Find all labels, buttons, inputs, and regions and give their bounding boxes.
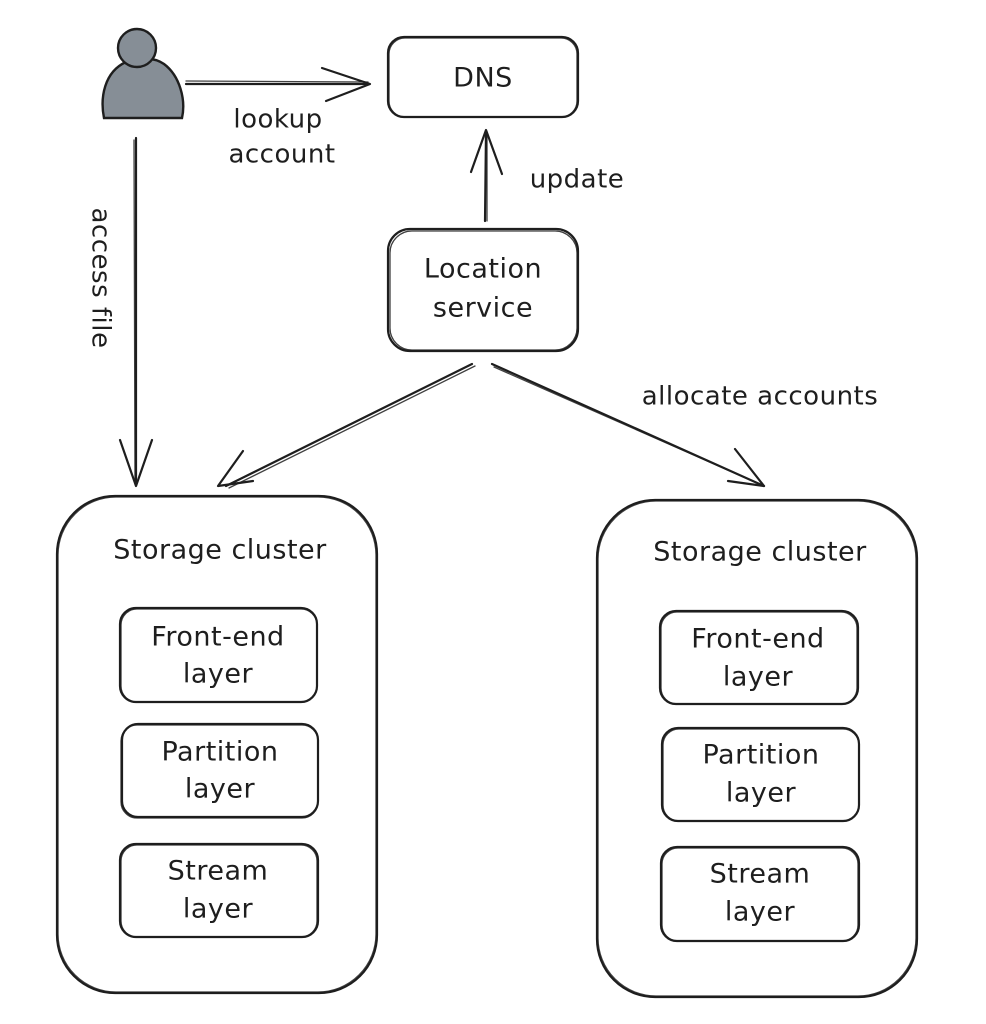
location-service-label-line2: service [433,293,533,324]
stream-layer[interactable]: Stream layer [659,845,861,943]
storage-cluster-left[interactable]: Storage cluster Front-end layer Partitio… [55,494,379,995]
allocate-arrow-left [216,362,476,489]
dns-label: DNS [453,63,513,94]
storage-cluster-title: Storage cluster [653,537,867,568]
layer-label-line1: Partition [161,737,278,768]
partition-layer[interactable]: Partition layer [120,722,320,819]
layer-label-line1: Partition [702,740,819,771]
layer-label-line1: Stream [710,859,811,890]
layer-label-line1: Front-end [691,624,824,655]
partition-layer[interactable]: Partition layer [660,726,861,823]
update-label: update [530,165,625,195]
layer-label-line2: layer [723,662,794,693]
lookup-label-line1: lookup [233,105,322,135]
layer-label-line1: Front-end [151,622,284,653]
layer-label-line2: layer [183,659,254,690]
stream-layer[interactable]: Stream layer [118,842,320,939]
front-end-layer[interactable]: Front-end layer [118,606,319,704]
layer-label-line2: layer [725,897,796,928]
layer-label-line2: layer [185,774,256,805]
dns-node[interactable]: DNS [386,35,580,119]
storage-cluster-right[interactable]: Storage cluster Front-end layer Partitio… [595,498,919,999]
location-service-label-line1: Location [424,254,542,285]
access-file-arrow [118,136,154,488]
layer-label-line1: Stream [168,856,269,887]
layer-label-line2: layer [183,894,254,925]
lookup-label-line2: account [228,140,335,170]
access-file-label: access file [86,208,116,349]
layer-label-line2: layer [726,778,797,809]
allocate-accounts-label: allocate accounts [642,382,879,412]
front-end-layer[interactable]: Front-end layer [658,609,860,706]
storage-cluster-title: Storage cluster [113,535,327,566]
update-arrow [469,128,504,223]
user-icon [101,27,185,120]
location-service-node[interactable]: Location service [386,227,580,353]
lookup-arrow [184,66,372,103]
architecture-diagram: DNS lookup account access file Location … [55,27,919,999]
